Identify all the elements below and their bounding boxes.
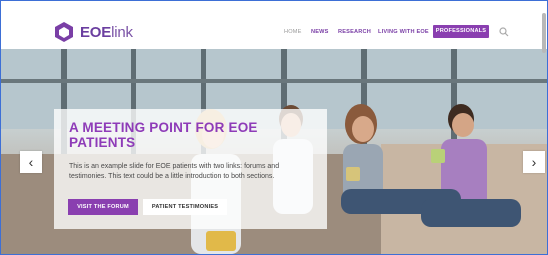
- brand-name-prefix: EOE: [80, 24, 112, 41]
- search-icon[interactable]: [499, 27, 509, 37]
- brand-logo[interactable]: EOElink: [80, 24, 133, 41]
- top-navbar: EOElink HOME NEWS RESEARCH LIVING WITH E…: [1, 1, 547, 49]
- patient-testimonies-button[interactable]: PATIENT TESTIMONIES: [143, 199, 227, 215]
- logo-icon[interactable]: [53, 21, 75, 43]
- nav-item-living-with-eoe[interactable]: LIVING WITH EOE: [378, 29, 429, 35]
- nav-item-research[interactable]: RESEARCH: [338, 29, 371, 35]
- browser-viewport: EOElink HOME NEWS RESEARCH LIVING WITH E…: [0, 0, 548, 255]
- visit-forum-button[interactable]: VISIT THE FORUM: [68, 199, 138, 215]
- hero-title: A MEETING POINT FOR EOE PATIENTS: [69, 120, 258, 150]
- nav-item-news[interactable]: NEWS: [311, 29, 329, 35]
- professionals-button[interactable]: PROFESSIONALS: [433, 25, 489, 38]
- slider-prev-arrow-icon[interactable]: ‹: [20, 151, 42, 173]
- slider-next-arrow-icon[interactable]: ›: [523, 151, 545, 173]
- page-scrollbar[interactable]: [542, 13, 546, 53]
- brand-name-suffix: link: [111, 24, 133, 41]
- nav-item-home[interactable]: HOME: [284, 29, 302, 35]
- hero-description: This is an example slide for EOE patient…: [69, 163, 280, 180]
